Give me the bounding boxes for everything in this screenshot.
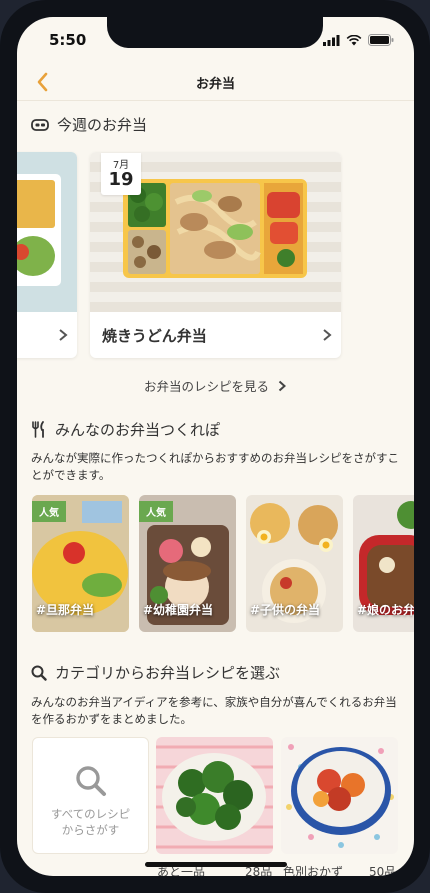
search-icon — [76, 766, 106, 796]
device-frame: 5:50 お弁当 今週のお弁当 7月 19 焼きうどん弁当 お弁当のレシピを見る… — [0, 0, 430, 893]
home-indicator[interactable] — [145, 862, 287, 867]
search-all-recipes-label: すべてのレシピ からさがす — [33, 806, 148, 838]
signal-icon — [323, 34, 340, 46]
weekly-heading-label: 今週のお弁当 — [57, 116, 148, 134]
category-photo — [281, 737, 398, 854]
fork-knife-icon — [32, 421, 44, 438]
weekly-card-footer: 焼きうどん弁当 — [90, 313, 341, 358]
category-photo — [156, 737, 273, 854]
search-icon — [31, 665, 47, 681]
navigation-bar: お弁当 — [17, 63, 414, 101]
report-tile[interactable]: #娘のお弁 — [353, 495, 414, 632]
chevron-right-icon — [323, 329, 332, 341]
status-time: 5:50 — [49, 31, 87, 49]
search-tile-line1: すべてのレシピ — [50, 807, 131, 821]
search-all-recipes-tile[interactable]: すべてのレシピ からさがす — [32, 737, 149, 854]
date-day: 19 — [108, 169, 134, 190]
reports-description: みんなが実際に作ったつくれぽからおすすめのお弁当レシピをさがすことができます。 — [31, 451, 399, 482]
category-tile[interactable] — [281, 737, 398, 854]
previous-bento-photo — [17, 152, 77, 312]
category-tile[interactable] — [156, 737, 273, 854]
weekly-heading: 今週のお弁当 — [31, 114, 147, 135]
category-name: 色別おかず — [283, 865, 344, 876]
report-tag: #娘のお弁 — [357, 603, 414, 617]
bento-title: 焼きうどん弁当 — [102, 327, 207, 345]
popular-badge: 人気 — [32, 501, 66, 522]
battery-icon — [368, 34, 394, 46]
date-badge: 7月 19 — [101, 153, 141, 195]
category-description: みんなのお弁当アイディアを参考に、家族や自分が喜んでくれるお弁当を作るおかずをま… — [31, 695, 397, 726]
page-title: お弁当 — [195, 77, 235, 92]
category-count: 50品 — [369, 865, 397, 876]
report-tag: #旦那弁当 — [36, 603, 95, 617]
category-heading: カテゴリからお弁当レシピを選ぶ — [31, 662, 280, 683]
notch — [107, 17, 323, 48]
see-bento-recipes-link[interactable]: お弁当のレシピを見る — [17, 376, 414, 395]
report-tag: #子供の弁当 — [250, 603, 321, 617]
chevron-right-icon — [278, 380, 286, 392]
status-icons — [323, 34, 394, 46]
report-tile[interactable]: 人気 #幼稚園弁当 — [139, 495, 236, 632]
chevron-right-icon — [59, 329, 68, 341]
report-tile[interactable]: #子供の弁当 — [246, 495, 343, 632]
reports-heading-label: みんなのお弁当つくれぽ — [55, 421, 221, 439]
app-screen: 5:50 お弁当 今週のお弁当 7月 19 焼きうどん弁当 お弁当のレシピを見る… — [17, 17, 414, 876]
search-tile-line2: からさがす — [61, 823, 120, 837]
report-tag: #幼稚園弁当 — [143, 603, 214, 617]
category-heading-label: カテゴリからお弁当レシピを選ぶ — [55, 664, 281, 682]
popular-badge: 人気 — [139, 501, 173, 522]
previous-bento-card[interactable] — [17, 152, 77, 358]
weekly-bento-card[interactable]: 7月 19 焼きうどん弁当 — [90, 152, 341, 358]
report-tile[interactable]: 人気 #旦那弁当 — [32, 495, 129, 632]
see-bento-recipes-label: お弁当のレシピを見る — [144, 379, 270, 394]
previous-card-footer — [17, 313, 77, 358]
reports-heading: みんなのお弁当つくれぽ — [31, 419, 220, 440]
bento-box-icon — [31, 118, 49, 131]
wifi-icon — [346, 34, 362, 45]
